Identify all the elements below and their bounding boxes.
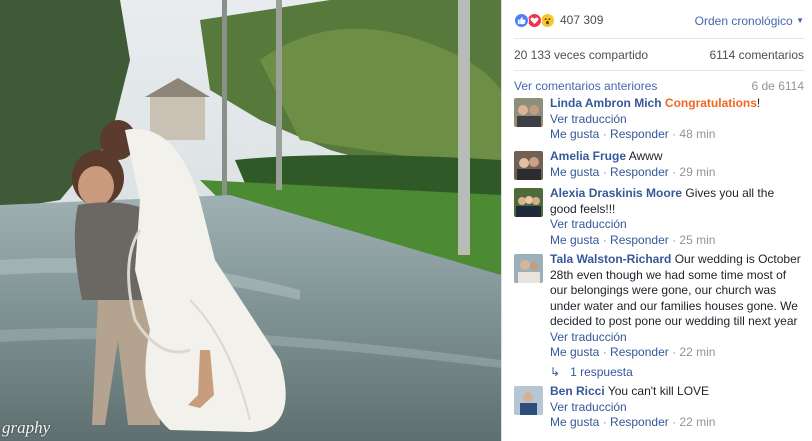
sort-order-dropdown[interactable]: Orden cronológico ▼ bbox=[695, 14, 804, 28]
avatar[interactable] bbox=[514, 188, 543, 217]
wow-icon bbox=[540, 12, 555, 28]
divider bbox=[514, 70, 804, 71]
comments-count: 6114 comentarios bbox=[709, 48, 805, 62]
comment-timestamp[interactable]: 22 min bbox=[679, 415, 715, 429]
avatar[interactable] bbox=[514, 98, 543, 127]
comment-actions: Me gusta · Responder · 48 min bbox=[550, 127, 716, 141]
comment-text-suffix: ! bbox=[756, 96, 761, 110]
comment-actions: Me gusta · Responder · 25 min bbox=[550, 232, 716, 247]
like-icon bbox=[514, 12, 529, 28]
reply-comment-link[interactable]: Responder bbox=[610, 127, 669, 141]
view-previous-comments-link[interactable]: Ver comentarios anteriores bbox=[514, 79, 657, 93]
comment-author[interactable]: Tala Walston-Richard bbox=[550, 252, 671, 266]
comment-timestamp[interactable]: 25 min bbox=[679, 233, 715, 247]
comment-item: Alexia Draskinis Moore Gives you all the… bbox=[514, 186, 804, 248]
wedding-photo-illustration bbox=[0, 0, 501, 441]
avatar[interactable] bbox=[514, 386, 543, 415]
comment-timestamp[interactable]: 48 min bbox=[679, 127, 715, 141]
comment-text: You can't kill LOVE bbox=[607, 384, 710, 398]
reactions-summary[interactable]: 407 309 bbox=[514, 12, 603, 28]
comment-actions: Me gusta · Responder · 22 min bbox=[550, 345, 716, 359]
comment-timestamp[interactable]: 22 min bbox=[679, 345, 715, 359]
reactions-count: 407 309 bbox=[560, 13, 604, 27]
comment-item: Amelia Fruge Awww Me gusta · Responder ·… bbox=[514, 149, 804, 180]
post-photo[interactable]: graphy bbox=[0, 0, 501, 441]
view-replies-link[interactable]: ↳ 1 respuesta bbox=[550, 365, 804, 381]
comment-text: Congratulations bbox=[664, 96, 757, 110]
like-comment-link[interactable]: Me gusta bbox=[550, 345, 599, 359]
comments-panel: 407 309 Orden cronológico ▼ 20 133 veces… bbox=[501, 0, 812, 441]
comments-page-indicator: 6 de 6114 bbox=[751, 79, 805, 93]
like-comment-link[interactable]: Me gusta bbox=[550, 233, 599, 247]
reply-comment-link[interactable]: Responder bbox=[610, 165, 669, 179]
love-icon bbox=[527, 12, 542, 28]
comment-timestamp[interactable]: 29 min bbox=[679, 165, 715, 179]
avatar[interactable] bbox=[514, 151, 543, 180]
shares-count[interactable]: 20 133 veces compartido bbox=[514, 48, 648, 62]
avatar[interactable] bbox=[514, 254, 543, 283]
comment-item: Linda Ambron Mich Congratulations! Ver t… bbox=[514, 96, 804, 143]
translate-link[interactable]: Ver traducción bbox=[550, 400, 804, 416]
comment-author[interactable]: Alexia Draskinis Moore bbox=[550, 186, 682, 200]
sort-order-label: Orden cronológico bbox=[694, 14, 793, 28]
comment-item: Ben Ricci You can't kill LOVE Ver traduc… bbox=[514, 384, 804, 431]
translate-link[interactable]: Ver traducción bbox=[550, 330, 804, 346]
comment-author[interactable]: Amelia Fruge bbox=[550, 149, 626, 163]
reply-comment-link[interactable]: Responder bbox=[610, 345, 669, 359]
comment-actions: Me gusta · Responder · 22 min bbox=[550, 415, 716, 429]
translate-link[interactable]: Ver traducción bbox=[550, 112, 804, 128]
photo-watermark: graphy bbox=[2, 418, 51, 437]
comment-actions: Me gusta · Responder · 29 min bbox=[550, 164, 716, 179]
caret-down-icon: ▼ bbox=[796, 16, 804, 25]
replies-count: 1 respuesta bbox=[570, 364, 633, 379]
translate-link[interactable]: Ver traducción bbox=[550, 217, 804, 233]
comment-author[interactable]: Ben Ricci bbox=[550, 384, 605, 398]
like-comment-link[interactable]: Me gusta bbox=[550, 165, 599, 179]
like-comment-link[interactable]: Me gusta bbox=[550, 127, 599, 141]
like-comment-link[interactable]: Me gusta bbox=[550, 415, 599, 429]
comment-item: Tala Walston-Richard Our wedding is Octo… bbox=[514, 252, 804, 380]
reply-comment-link[interactable]: Responder bbox=[610, 233, 669, 247]
reply-comment-link[interactable]: Responder bbox=[610, 415, 669, 429]
comment-text: Awww bbox=[628, 149, 663, 163]
divider bbox=[514, 38, 804, 39]
reply-arrow-icon: ↳ bbox=[550, 364, 561, 379]
comment-author[interactable]: Linda Ambron Mich bbox=[550, 96, 662, 110]
